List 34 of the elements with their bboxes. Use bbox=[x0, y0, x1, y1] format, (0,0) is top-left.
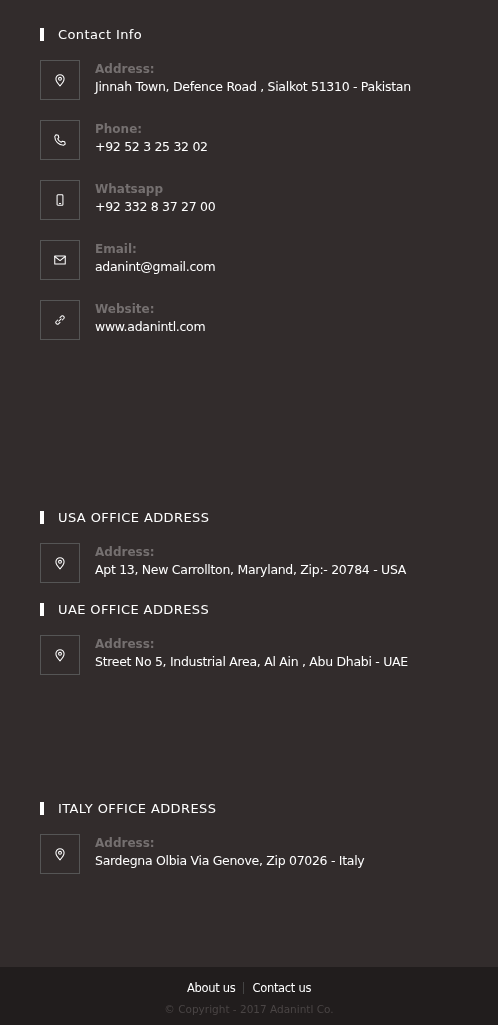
contact-label: Phone: bbox=[95, 122, 144, 136]
contact-value: Jinnah Town, Defence Road , Sialkot 51310 - Pakistan bbox=[95, 79, 411, 94]
heading-bar bbox=[40, 27, 44, 41]
contact-value: +92 52 3 25 32 02 bbox=[95, 139, 208, 154]
phone-icon bbox=[53, 133, 67, 147]
link-icon bbox=[53, 313, 67, 327]
heading-bar bbox=[40, 510, 44, 524]
section-title: ITALY OFFICE ADDRESS bbox=[58, 800, 217, 816]
contact-label: Address: bbox=[95, 836, 156, 850]
location-pin-icon bbox=[53, 556, 67, 570]
contact-label: Website: bbox=[95, 302, 156, 316]
envelope-icon bbox=[53, 253, 67, 267]
section-title: UAE OFFICE ADDRESS bbox=[58, 601, 210, 617]
contact-label: Address: bbox=[95, 62, 156, 76]
contact-value: Apt 13, New Carrollton, Maryland, Zip:- 20784 - USA bbox=[95, 562, 406, 577]
heading-bar bbox=[40, 801, 44, 815]
contact-value: Sardegna Olbia Via Genove, Zip 07026 - Italy bbox=[95, 853, 365, 868]
contact-label: Whatsapp bbox=[95, 182, 165, 196]
contact-value: +92 332 8 37 27 00 bbox=[95, 199, 216, 214]
section-title: USA OFFICE ADDRESS bbox=[58, 509, 210, 525]
heading-bar bbox=[40, 602, 44, 616]
section-title: Contact Info bbox=[58, 26, 143, 42]
contact-label: Email: bbox=[95, 242, 138, 256]
footer-link[interactable]: Contact us bbox=[252, 981, 312, 995]
location-pin-icon bbox=[53, 73, 67, 87]
contact-value: Street No 5, Industrial Area, Al Ain , Abu Dhabi - UAE bbox=[95, 654, 408, 669]
footer-link[interactable]: About us bbox=[186, 981, 236, 995]
mobile-phone-icon bbox=[53, 193, 67, 207]
contact-value: adanint@gmail.com bbox=[95, 259, 216, 274]
location-pin-icon bbox=[53, 847, 67, 861]
contact-label: Address: bbox=[95, 545, 156, 559]
location-pin-icon bbox=[53, 648, 67, 662]
contact-value: www.adanintl.com bbox=[95, 319, 206, 334]
contact-label: Address: bbox=[95, 637, 156, 651]
